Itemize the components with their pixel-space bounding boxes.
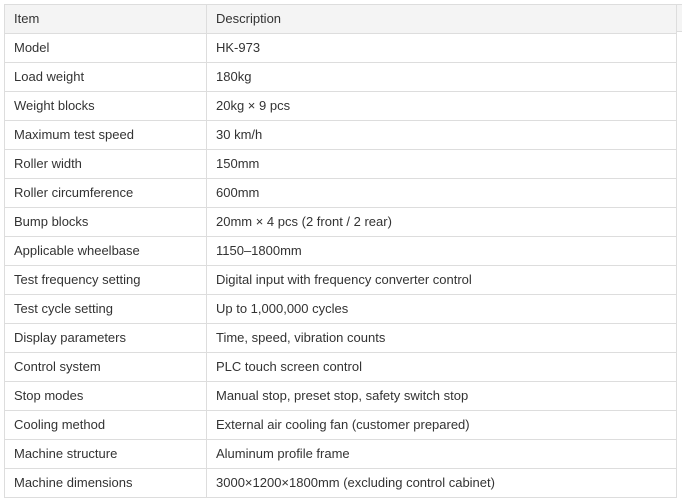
item-cell: Load weight xyxy=(4,62,207,92)
table-row: Machine dimensions 3000×1200×1800mm (exc… xyxy=(4,468,677,498)
description-cell: Aluminum profile frame xyxy=(206,439,677,469)
item-cell: Machine dimensions xyxy=(4,468,207,498)
description-cell: PLC touch screen control xyxy=(206,352,677,382)
description-cell: 1150–1800mm xyxy=(206,236,677,266)
table-row: Load weight 180kg xyxy=(4,62,677,92)
table-row: Bump blocks 20mm × 4 pcs (2 front / 2 re… xyxy=(4,207,677,237)
description-cell: 150mm xyxy=(206,149,677,179)
item-cell: Model xyxy=(4,33,207,63)
item-cell: Machine structure xyxy=(4,439,207,469)
description-cell: 20mm × 4 pcs (2 front / 2 rear) xyxy=(206,207,677,237)
table-row: Control system PLC touch screen control xyxy=(4,352,677,382)
item-cell: Test cycle setting xyxy=(4,294,207,324)
table-row: Weight blocks 20kg × 9 pcs xyxy=(4,91,677,121)
item-cell: Maximum test speed xyxy=(4,120,207,150)
table-row: Model HK-973 xyxy=(4,33,677,63)
item-cell: Test frequency setting xyxy=(4,265,207,295)
description-cell: Manual stop, preset stop, safety switch … xyxy=(206,381,677,411)
item-cell: Bump blocks xyxy=(4,207,207,237)
table-row: Test frequency setting Digital input wit… xyxy=(4,265,677,295)
description-cell: Up to 1,000,000 cycles xyxy=(206,294,677,324)
item-cell: Cooling method xyxy=(4,410,207,440)
table-header-row: Item Description xyxy=(4,4,677,34)
description-cell: HK-973 xyxy=(206,33,677,63)
table-row: Machine structure Aluminum profile frame xyxy=(4,439,677,469)
column-header-item: Item xyxy=(4,4,207,34)
table-row: Test cycle setting Up to 1,000,000 cycle… xyxy=(4,294,677,324)
description-cell: 3000×1200×1800mm (excluding control cabi… xyxy=(206,468,677,498)
description-cell: 180kg xyxy=(206,62,677,92)
spec-sheet: Item Description Model HK-973 Load weigh… xyxy=(0,0,682,501)
description-cell: 30 km/h xyxy=(206,120,677,150)
table-row: Roller circumference 600mm xyxy=(4,178,677,208)
specification-table: Item Description Model HK-973 Load weigh… xyxy=(4,4,677,498)
table-row: Maximum test speed 30 km/h xyxy=(4,120,677,150)
item-cell: Roller width xyxy=(4,149,207,179)
description-cell: Time, speed, vibration counts xyxy=(206,323,677,353)
table-row: Roller width 150mm xyxy=(4,149,677,179)
description-cell: External air cooling fan (customer prepa… xyxy=(206,410,677,440)
item-cell: Control system xyxy=(4,352,207,382)
item-cell: Roller circumference xyxy=(4,178,207,208)
item-cell: Display parameters xyxy=(4,323,207,353)
table-row: Stop modes Manual stop, preset stop, saf… xyxy=(4,381,677,411)
description-cell: 600mm xyxy=(206,178,677,208)
item-cell: Applicable wheelbase xyxy=(4,236,207,266)
description-cell: Digital input with frequency converter c… xyxy=(206,265,677,295)
table-row: Applicable wheelbase 1150–1800mm xyxy=(4,236,677,266)
table-row: Cooling method External air cooling fan … xyxy=(4,410,677,440)
column-header-description: Description xyxy=(206,4,677,34)
item-cell: Weight blocks xyxy=(4,91,207,121)
item-cell: Stop modes xyxy=(4,381,207,411)
table-row: Display parameters Time, speed, vibratio… xyxy=(4,323,677,353)
description-cell: 20kg × 9 pcs xyxy=(206,91,677,121)
